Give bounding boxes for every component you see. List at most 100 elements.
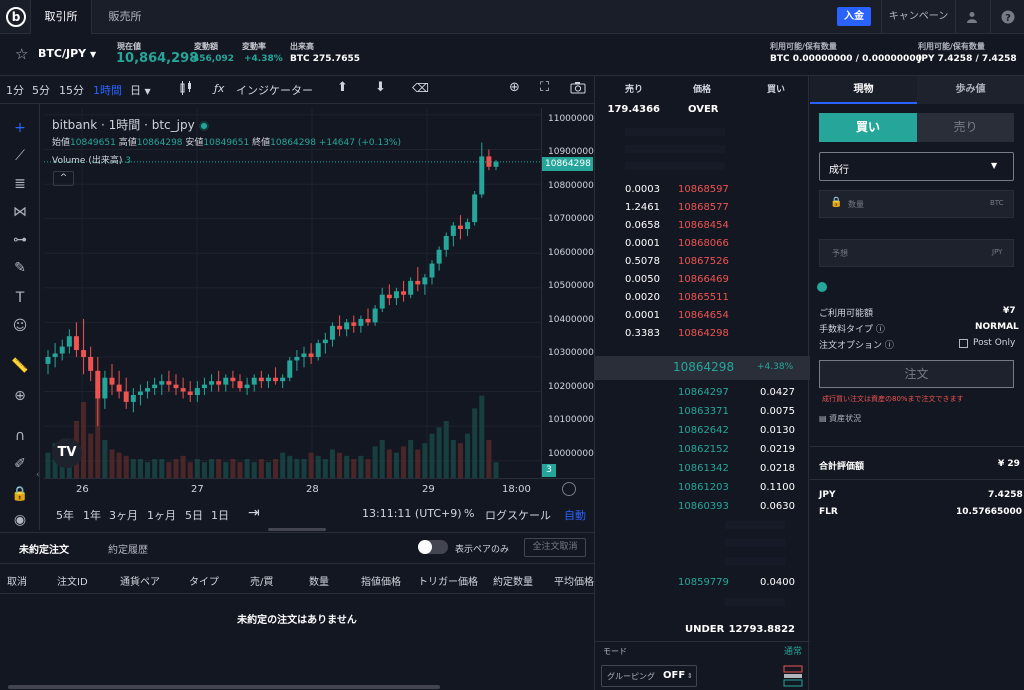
zoom-icon[interactable]: ⊕	[509, 80, 520, 95]
emoji-icon[interactable]: ☺	[10, 316, 30, 336]
price-axis[interactable]: 11000000 10900000 10800000 10700000 1060…	[541, 108, 594, 478]
zoom-in-icon[interactable]: ⊕	[10, 386, 30, 406]
magnet-icon[interactable]: ∩	[10, 426, 30, 446]
eraser-icon[interactable]: ⌫	[412, 81, 429, 95]
auto-scale-toggle[interactable]: 自動	[564, 507, 586, 523]
candle[interactable]	[479, 156, 485, 195]
range-5y[interactable]: 5年	[56, 507, 74, 523]
asset-status-link[interactable]: ▤ 資産状況	[819, 413, 861, 424]
candle-type-icon[interactable]	[179, 80, 193, 100]
candle[interactable]	[66, 336, 72, 347]
book-bid-row[interactable]: 10863371 0.0075	[595, 403, 810, 421]
tradingview-logo[interactable]: TV	[52, 438, 82, 468]
fullscreen-icon[interactable]: ⛶	[540, 80, 549, 95]
candle[interactable]	[344, 322, 350, 330]
candle[interactable]	[59, 346, 65, 354]
candle[interactable]	[45, 356, 51, 364]
candle[interactable]	[73, 336, 79, 351]
ruler-icon[interactable]: 📏	[10, 356, 30, 376]
candle[interactable]	[265, 377, 271, 382]
collapse-legend-button[interactable]: ^	[53, 171, 74, 186]
percent-toggle[interactable]: %	[464, 507, 474, 520]
star-icon[interactable]: ☆	[15, 45, 28, 63]
interval-5m[interactable]: 5分	[32, 82, 50, 98]
book-bid-row[interactable]: 10864297 0.0427	[595, 384, 810, 402]
chart-settings-icon[interactable]	[562, 482, 576, 496]
candle[interactable]	[315, 343, 321, 357]
grouping-select[interactable]: グルーピング OFF ⇕	[601, 665, 697, 687]
candle[interactable]	[159, 381, 165, 385]
crosshair-icon[interactable]: +	[10, 118, 30, 138]
candle[interactable]	[351, 322, 357, 326]
candle[interactable]	[180, 388, 186, 392]
fib-icon[interactable]: ⊶	[10, 230, 30, 250]
candle[interactable]	[88, 356, 94, 371]
candle[interactable]	[258, 377, 264, 382]
upload-icon[interactable]: ⬆	[337, 80, 348, 95]
book-ask-row[interactable]: 0.5078 10867526	[595, 253, 810, 271]
mode-value[interactable]: 通常	[784, 644, 802, 657]
submit-order-button[interactable]: 注文	[819, 360, 1014, 388]
indicator-button[interactable]: インジケーター	[236, 82, 313, 98]
candle[interactable]	[244, 384, 250, 389]
download-icon[interactable]: ⬇	[375, 80, 386, 95]
info-icon[interactable]: ⓘ	[876, 325, 885, 335]
estimate-input[interactable]: 予想 JPY	[819, 239, 1014, 267]
sell-tab-button[interactable]: 売り	[917, 113, 1014, 142]
tab-open-orders[interactable]: 未約定注文	[19, 541, 69, 556]
range-1y[interactable]: 1年	[83, 507, 101, 523]
text-icon[interactable]: T	[10, 288, 30, 308]
order-type-select[interactable]: 成行 ▼	[819, 152, 1014, 181]
horizontal-scrollbar[interactable]	[8, 685, 440, 689]
amount-slider-handle[interactable]	[817, 282, 827, 292]
pattern-icon[interactable]: ⋈	[10, 202, 30, 222]
book-bid-row[interactable]: 10859779 0.0400	[595, 574, 810, 592]
book-bid-row[interactable]: 10860393 0.0630	[595, 498, 810, 516]
candle[interactable]	[81, 350, 87, 357]
candle[interactable]	[52, 353, 58, 357]
help-icon[interactable]: ?	[990, 0, 1024, 34]
candle[interactable]	[415, 280, 421, 285]
candle[interactable]	[457, 225, 463, 230]
lock-drawings-icon[interactable]: ✐	[10, 454, 30, 474]
candle[interactable]	[422, 277, 428, 285]
candle[interactable]	[465, 222, 471, 230]
candle[interactable]	[116, 384, 122, 392]
candle[interactable]	[230, 377, 236, 382]
candle[interactable]	[337, 325, 343, 330]
brush-icon[interactable]: ✎	[10, 258, 30, 278]
candle[interactable]	[201, 384, 207, 389]
candle[interactable]	[372, 308, 378, 323]
candle[interactable]	[123, 391, 129, 402]
candle[interactable]	[408, 280, 414, 295]
candle[interactable]	[137, 391, 143, 396]
interval-day[interactable]: 日 ▼	[130, 82, 151, 98]
campaign-link[interactable]: キャンペーン	[881, 0, 955, 34]
candle[interactable]	[152, 384, 158, 389]
book-ask-row[interactable]: 0.0020 10865511	[595, 289, 810, 307]
candle[interactable]	[322, 339, 328, 344]
book-ask-row[interactable]: 0.0003 10868597	[595, 181, 810, 199]
candle[interactable]	[280, 377, 286, 382]
candle[interactable]	[209, 381, 215, 385]
candle[interactable]	[109, 377, 115, 385]
candle[interactable]	[287, 360, 293, 378]
interval-1h[interactable]: 1時間	[93, 82, 122, 98]
tab-spot[interactable]: 現物	[810, 76, 917, 104]
range-1d[interactable]: 1日	[211, 507, 229, 523]
book-ask-row[interactable]: 1.2461 10868577	[595, 199, 810, 217]
lock-icon[interactable]: 🔒	[10, 484, 30, 504]
user-icon[interactable]	[955, 0, 987, 34]
candle[interactable]	[130, 395, 136, 402]
candle[interactable]	[273, 377, 279, 382]
candle[interactable]	[173, 384, 179, 389]
range-5d[interactable]: 5日	[185, 507, 203, 523]
book-bid-row[interactable]: 10861342 0.0218	[595, 460, 810, 478]
candle[interactable]	[443, 235, 449, 250]
price-chart[interactable]: bitbank · 1時間 · btc_jpy 始値10849651 高値108…	[44, 108, 541, 478]
horizontal-lines-icon[interactable]: ≣	[10, 174, 30, 194]
candle[interactable]	[166, 381, 172, 385]
candle[interactable]	[493, 161, 499, 167]
buy-tab-button[interactable]: 買い	[819, 113, 917, 142]
date-range-icon[interactable]: ⇥	[248, 505, 260, 521]
